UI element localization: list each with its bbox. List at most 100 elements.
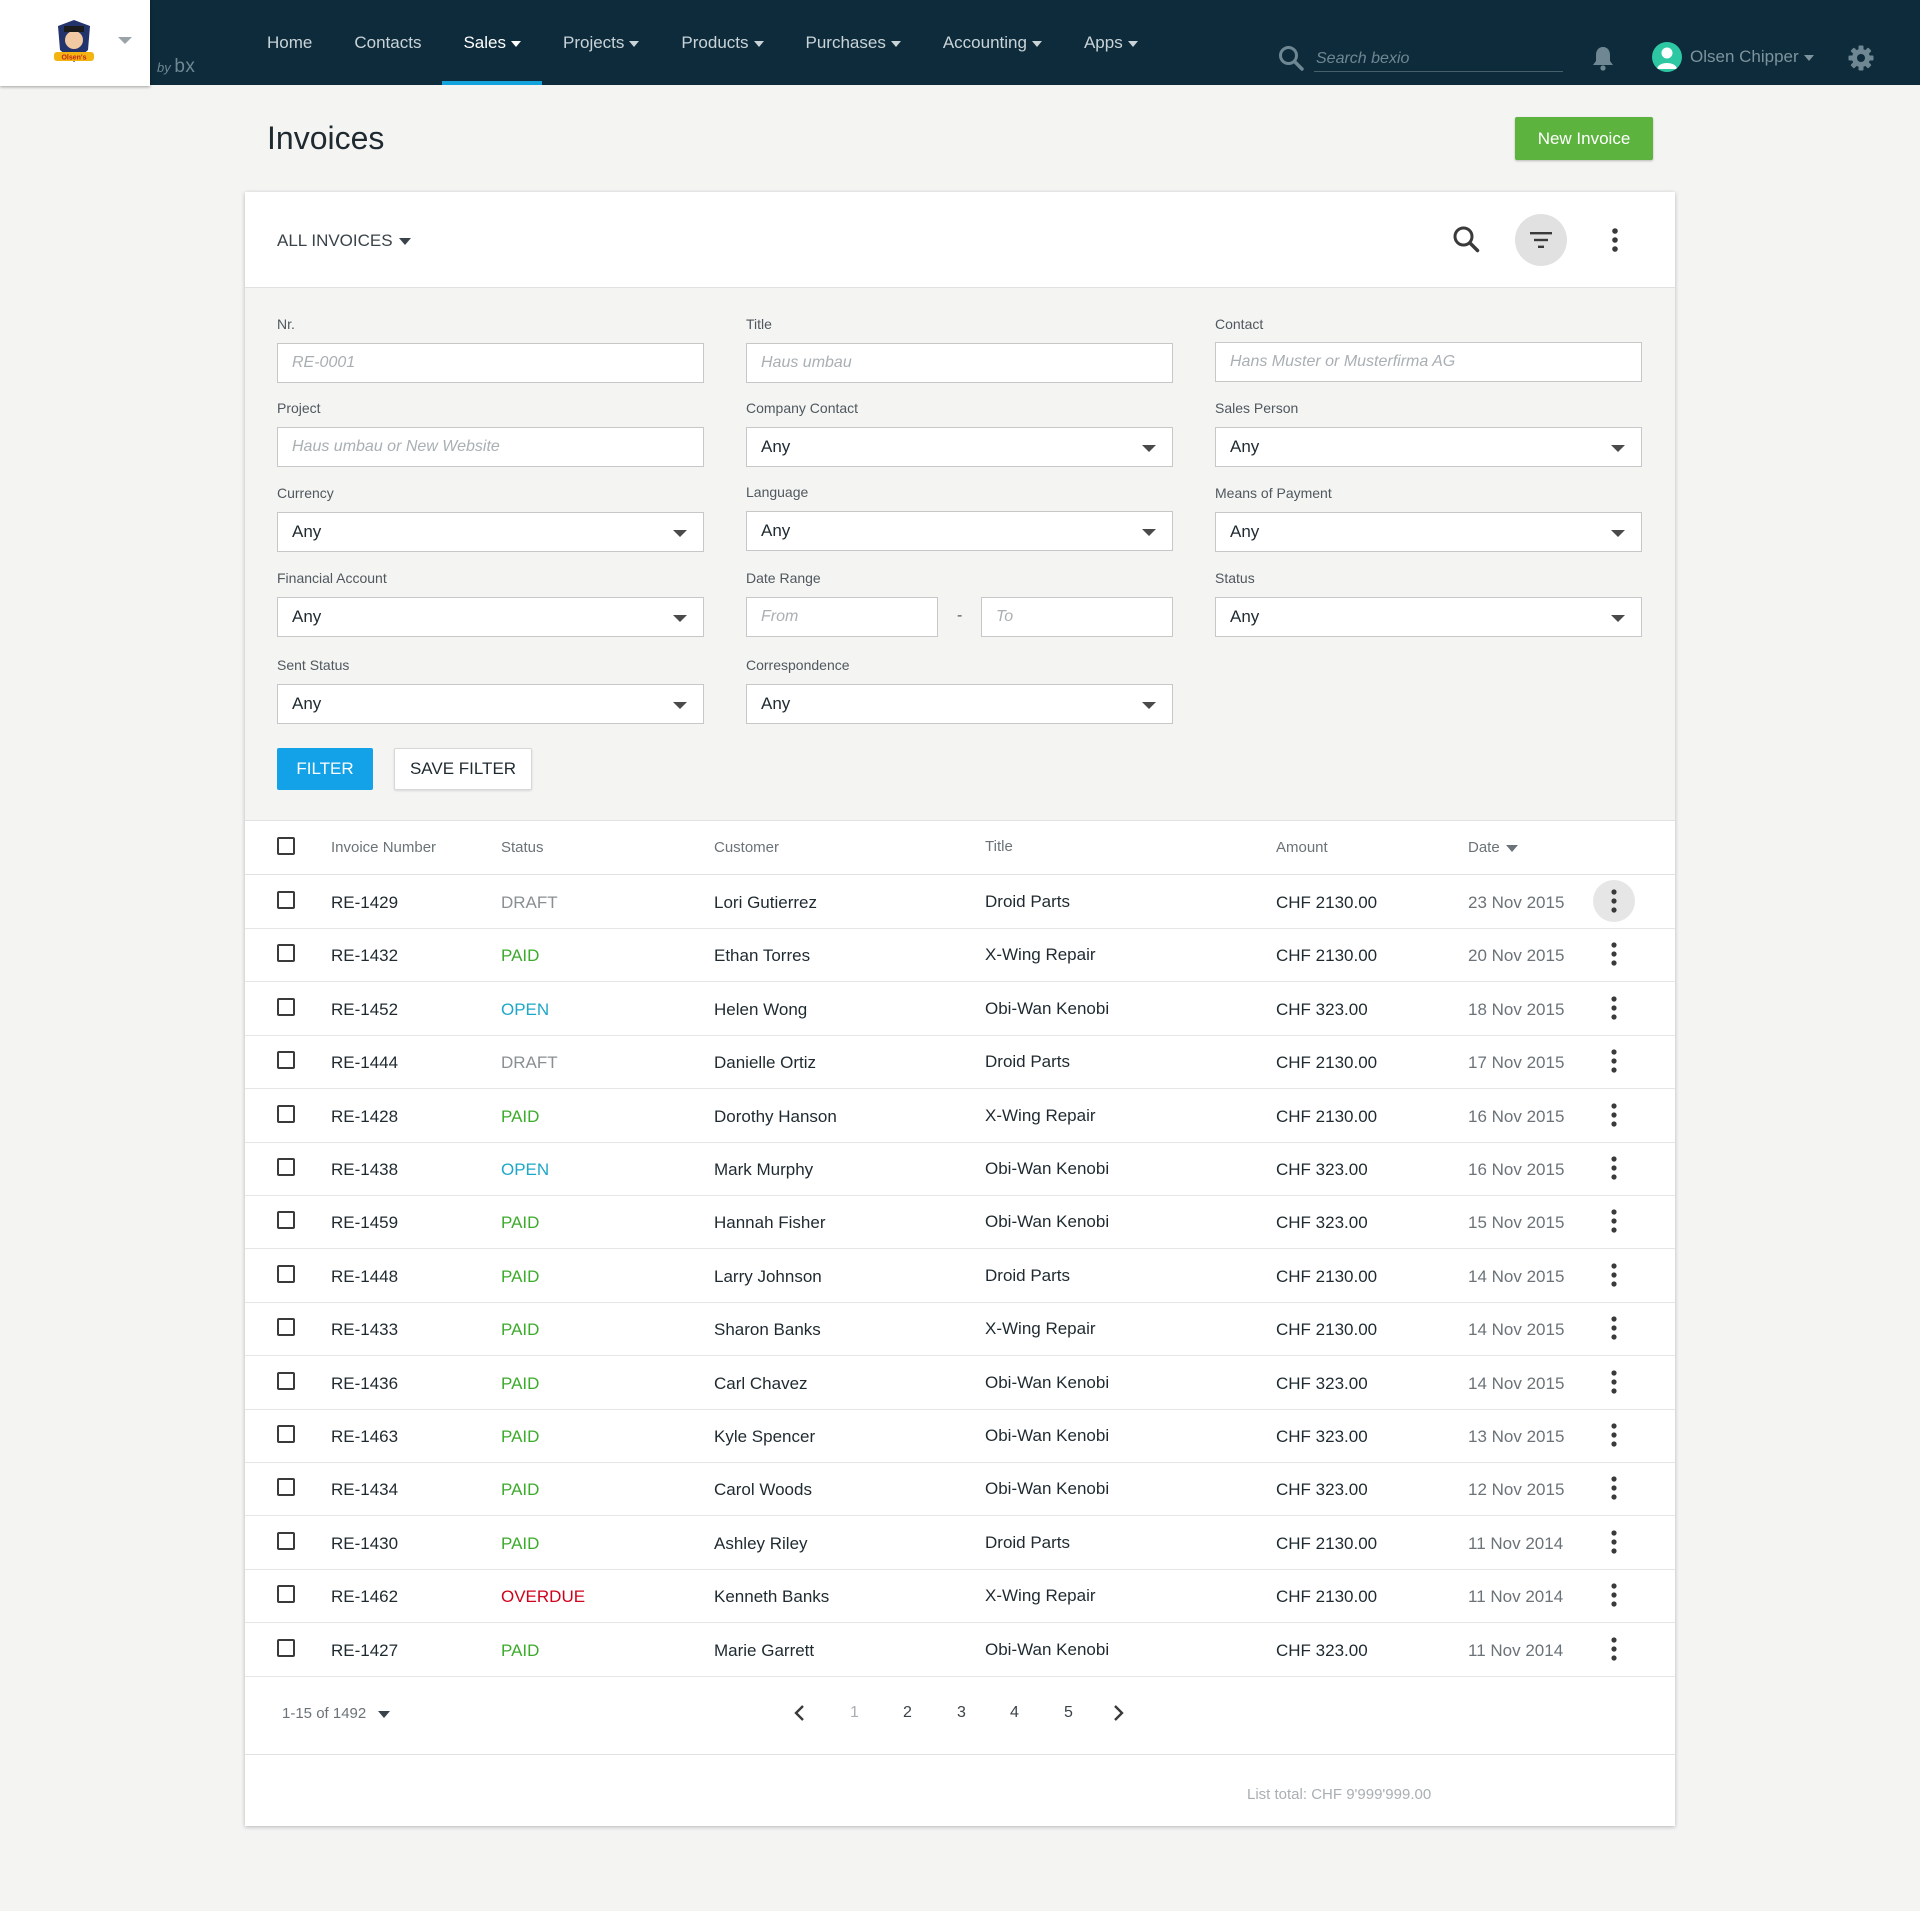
search-icon[interactable]	[1452, 225, 1480, 253]
row-checkbox[interactable]	[277, 1585, 295, 1603]
save-filter-button[interactable]: SAVE FILTER	[394, 748, 532, 790]
row-actions-button[interactable]	[1593, 1467, 1635, 1509]
row-actions-button[interactable]	[1593, 880, 1635, 922]
row-checkbox[interactable]	[277, 944, 295, 962]
status-select[interactable]: Any	[1215, 597, 1642, 637]
page-4[interactable]: 4	[1010, 1704, 1019, 1722]
header-amount[interactable]: Amount	[1276, 839, 1328, 856]
nav-purchases[interactable]: Purchases	[785, 0, 922, 85]
nr-input[interactable]	[277, 343, 704, 383]
table-row[interactable]: RE-1462 OVERDUE Kenneth Banks X-Wing Rep…	[245, 1569, 1675, 1623]
company-switcher[interactable]: Olsen's	[0, 0, 150, 86]
row-checkbox[interactable]	[277, 1532, 295, 1550]
page-2[interactable]: 2	[903, 1704, 912, 1722]
filter-toggle-button[interactable]	[1515, 214, 1567, 266]
correspondence-select[interactable]: Any	[746, 684, 1173, 724]
table-row[interactable]: RE-1459 PAID Hannah Fisher Obi-Wan Kenob…	[245, 1195, 1675, 1249]
page-size-selector[interactable]: 1-15 of 1492	[282, 1705, 391, 1722]
filter-button[interactable]: FILTER	[277, 748, 373, 790]
row-actions-button[interactable]	[1593, 933, 1635, 975]
table-row[interactable]: RE-1427 PAID Marie Garrett Obi-Wan Kenob…	[245, 1623, 1675, 1677]
company-switcher-caret-icon[interactable]	[118, 37, 132, 44]
table-row[interactable]: RE-1444 DRAFT Danielle Ortiz Droid Parts…	[245, 1035, 1675, 1089]
gear-icon[interactable]	[1848, 45, 1874, 71]
row-checkbox[interactable]	[277, 1211, 295, 1229]
row-checkbox[interactable]	[277, 1158, 295, 1176]
table-row[interactable]: RE-1448 PAID Larry Johnson Droid Parts C…	[245, 1249, 1675, 1303]
row-checkbox[interactable]	[277, 1318, 295, 1336]
table-row[interactable]: RE-1436 PAID Carl Chavez Obi-Wan Kenobi …	[245, 1356, 1675, 1410]
nav-projects[interactable]: Projects	[542, 0, 660, 85]
row-checkbox[interactable]	[277, 1265, 295, 1283]
row-actions-button[interactable]	[1593, 1574, 1635, 1616]
table-row[interactable]: RE-1429 DRAFT Lori Gutierrez Droid Parts…	[245, 875, 1675, 929]
table-row[interactable]: RE-1433 PAID Sharon Banks X-Wing Repair …	[245, 1302, 1675, 1356]
row-actions-button[interactable]	[1593, 1361, 1635, 1403]
new-invoice-button[interactable]: New Invoice	[1515, 117, 1653, 160]
nav-accounting[interactable]: Accounting	[922, 0, 1063, 85]
global-search-input[interactable]	[1314, 47, 1563, 72]
date-to-input[interactable]	[981, 597, 1173, 637]
means-of-payment-select[interactable]: Any	[1215, 512, 1642, 552]
company-contact-select[interactable]: Any	[746, 427, 1173, 467]
row-actions-button[interactable]	[1593, 1628, 1635, 1670]
title-input[interactable]	[746, 343, 1173, 383]
row-checkbox[interactable]	[277, 998, 295, 1016]
row-actions-button[interactable]	[1593, 1521, 1635, 1563]
more-vertical-icon[interactable]	[1610, 227, 1620, 253]
table-row[interactable]: RE-1452 OPEN Helen Wong Obi-Wan Kenobi C…	[245, 982, 1675, 1036]
financial-account-select[interactable]: Any	[277, 597, 704, 637]
search-icon[interactable]	[1278, 45, 1304, 71]
nav-contacts[interactable]: Contacts	[333, 0, 442, 85]
project-input[interactable]	[277, 427, 704, 467]
row-actions-button[interactable]	[1593, 1040, 1635, 1082]
row-checkbox[interactable]	[277, 1425, 295, 1443]
header-date[interactable]: Date	[1468, 839, 1518, 856]
contact-input[interactable]	[1215, 342, 1642, 382]
language-select[interactable]: Any	[746, 511, 1173, 551]
currency-select[interactable]: Any	[277, 512, 704, 552]
table-row[interactable]: RE-1428 PAID Dorothy Hanson X-Wing Repai…	[245, 1089, 1675, 1143]
header-title[interactable]: Title	[985, 838, 1013, 855]
nav-products[interactable]: Products	[660, 0, 784, 85]
row-checkbox[interactable]	[277, 1478, 295, 1496]
table-row[interactable]: RE-1463 PAID Kyle Spencer Obi-Wan Kenobi…	[245, 1409, 1675, 1463]
view-selector[interactable]: ALL INVOICES	[277, 231, 411, 251]
page-1[interactable]: 1	[850, 1704, 859, 1722]
header-status[interactable]: Status	[501, 839, 544, 856]
nav-sales[interactable]: Sales	[442, 0, 542, 85]
table-row[interactable]: RE-1430 PAID Ashley Riley Droid Parts CH…	[245, 1516, 1675, 1570]
sent-status-select[interactable]: Any	[277, 684, 704, 724]
sales-person-select[interactable]: Any	[1215, 427, 1642, 467]
table-row[interactable]: RE-1438 OPEN Mark Murphy Obi-Wan Kenobi …	[245, 1142, 1675, 1196]
row-actions-button[interactable]	[1593, 987, 1635, 1029]
select-all-checkbox[interactable]	[277, 837, 295, 855]
row-checkbox[interactable]	[277, 1105, 295, 1123]
user-icon	[1652, 42, 1682, 72]
table-row[interactable]: RE-1432 PAID Ethan Torres X-Wing Repair …	[245, 928, 1675, 982]
row-checkbox[interactable]	[277, 1639, 295, 1657]
row-actions-button[interactable]	[1593, 1414, 1635, 1456]
row-checkbox[interactable]	[277, 1372, 295, 1390]
row-actions-button[interactable]	[1593, 1094, 1635, 1136]
bell-icon[interactable]	[1590, 45, 1616, 71]
invoice-date: 13 Nov 2015	[1468, 1427, 1565, 1446]
page-3[interactable]: 3	[957, 1704, 966, 1722]
chevron-right-icon[interactable]	[1111, 1703, 1125, 1723]
nav-home[interactable]: Home	[246, 0, 333, 85]
chevron-left-icon[interactable]	[793, 1703, 807, 1723]
row-actions-button[interactable]	[1593, 1254, 1635, 1296]
table-row[interactable]: RE-1434 PAID Carol Woods Obi-Wan Kenobi …	[245, 1462, 1675, 1516]
page-5[interactable]: 5	[1064, 1704, 1073, 1722]
user-menu[interactable]: Olsen Chipper	[1652, 42, 1814, 72]
row-actions-button[interactable]	[1593, 1147, 1635, 1189]
date-from-input[interactable]	[746, 597, 938, 637]
row-actions-button[interactable]	[1593, 1200, 1635, 1242]
header-customer[interactable]: Customer	[714, 839, 779, 856]
invoice-title: Droid Parts	[985, 892, 1071, 911]
header-invoice-number[interactable]: Invoice Number	[331, 839, 436, 856]
row-checkbox[interactable]	[277, 1051, 295, 1069]
nav-apps[interactable]: Apps	[1063, 0, 1159, 85]
row-checkbox[interactable]	[277, 891, 295, 909]
row-actions-button[interactable]	[1593, 1307, 1635, 1349]
